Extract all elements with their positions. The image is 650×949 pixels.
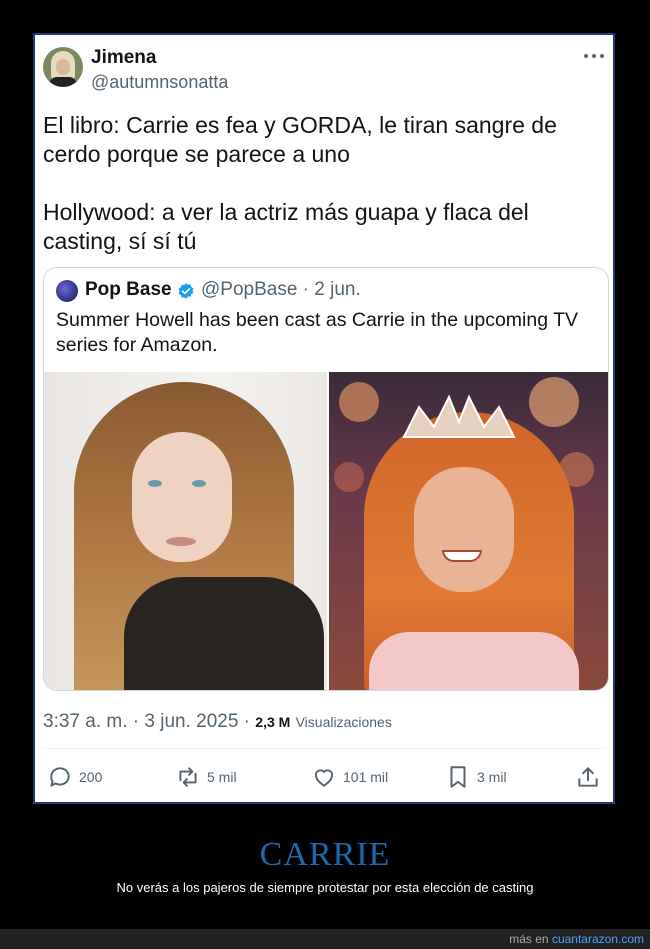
heart-icon xyxy=(314,769,334,787)
views-count: 2,3 M xyxy=(255,714,291,730)
author-handle[interactable]: @autumnsonatta xyxy=(91,72,228,93)
footer-text: más en cuantarazon.com xyxy=(509,932,644,946)
retweet-icon xyxy=(179,767,197,787)
bookmark-button[interactable]: 3 mil xyxy=(445,761,507,793)
more-options-icon[interactable] xyxy=(583,49,605,63)
author-name[interactable]: Jimena xyxy=(91,47,156,69)
divider xyxy=(43,748,605,749)
photo-carrie-prom[interactable] xyxy=(329,372,608,690)
quoted-author-name[interactable]: Pop Base xyxy=(85,279,172,301)
bookmark-count: 3 mil xyxy=(477,769,507,785)
quoted-tweet-text: Summer Howell has been cast as Carrie in… xyxy=(56,309,579,356)
tweet-metadata: 3:37 a. m. · 3 jun. 2025 · 2,3 M Visuali… xyxy=(43,711,392,733)
quoted-author-avatar[interactable] xyxy=(56,280,78,302)
like-count: 101 mil xyxy=(343,769,389,785)
footer-site-link[interactable]: cuantarazon.com xyxy=(552,932,644,946)
author-avatar[interactable] xyxy=(43,47,83,87)
footer-bar: más en cuantarazon.com xyxy=(0,929,650,949)
tweet-card: Jimena @autumnsonatta El libro: Carrie e… xyxy=(33,33,615,804)
photo-actress-portrait[interactable] xyxy=(44,372,327,690)
caption-subtitle: No verás a los pajeros de siempre protes… xyxy=(116,880,534,895)
footer-prefix: más en xyxy=(509,932,549,946)
reply-count: 200 xyxy=(79,769,103,785)
reply-button[interactable]: 200 xyxy=(47,761,102,793)
reply-icon xyxy=(50,767,70,787)
retweet-count: 5 mil xyxy=(207,769,237,785)
action-bar: 200 5 mil 101 mil 3 mil xyxy=(35,753,613,803)
caption-title: CARRIE xyxy=(259,836,391,873)
quoted-tweet[interactable]: Pop Base @PopBase · 2 jun. Summer Howell… xyxy=(43,267,609,691)
like-button[interactable]: 101 mil xyxy=(311,761,388,793)
share-icon xyxy=(578,767,598,787)
quoted-author-handle-date[interactable]: @PopBase · 2 jun. xyxy=(201,279,361,301)
verified-badge-icon xyxy=(178,283,194,299)
quoted-media[interactable] xyxy=(44,372,608,690)
timestamp[interactable]: 3:37 a. m. · 3 jun. 2025 · xyxy=(43,711,250,732)
retweet-button[interactable]: 5 mil xyxy=(175,761,237,793)
share-button[interactable] xyxy=(575,761,601,793)
tiara-icon xyxy=(402,394,516,438)
bookmark-icon xyxy=(450,766,466,788)
views-label: Visualizaciones xyxy=(295,714,392,730)
tweet-text: El libro: Carrie es fea y GORDA, le tira… xyxy=(43,112,557,254)
